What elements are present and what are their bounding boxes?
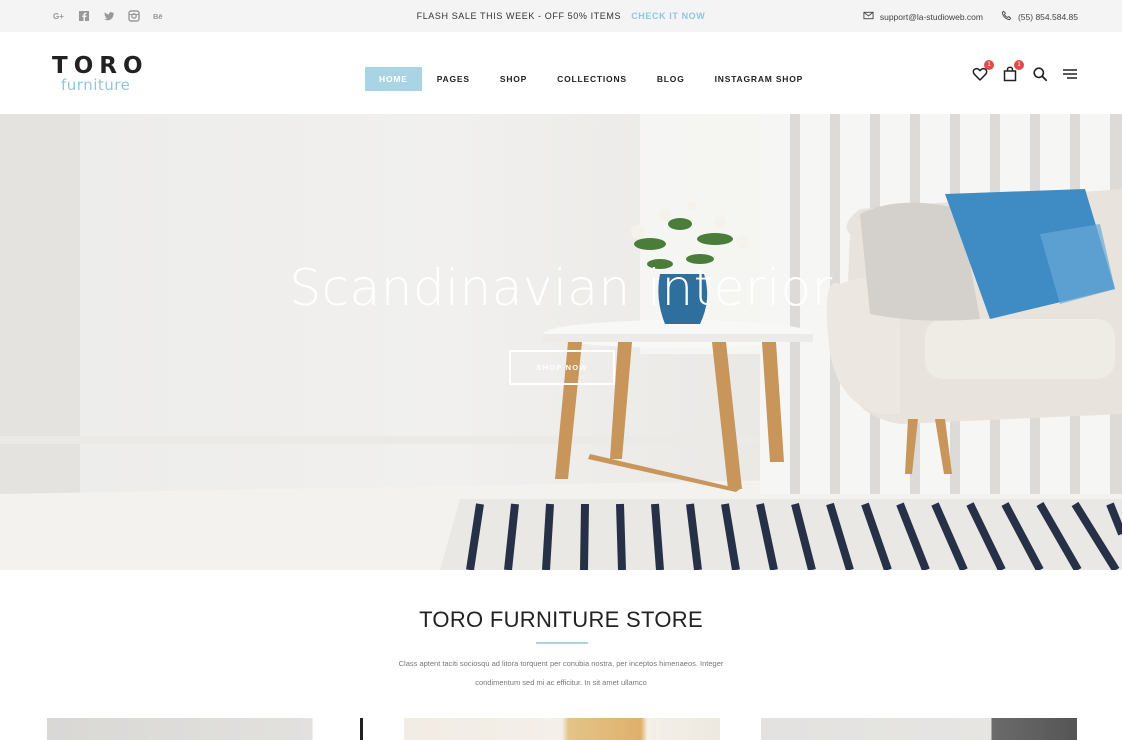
email-text: support@la-studioweb.com <box>879 11 983 22</box>
site-logo[interactable]: TORO furniture <box>52 53 152 94</box>
hero-title: Scandinavian interior <box>289 259 833 317</box>
collection-image-3[interactable] <box>761 718 1077 740</box>
main-nav: HOME PAGES SHOP COLLECTIONS BLOG INSTAGR… <box>365 67 833 91</box>
top-bar: G+ Bē FLASH SALE THIS WEEK - OFF 50% ITE… <box>0 0 1122 32</box>
wishlist-button[interactable]: 1 <box>972 60 994 82</box>
menu-button[interactable] <box>1062 66 1078 82</box>
hamburger-icon <box>1062 69 1078 86</box>
section-description: Class aptent taciti sociosqu ad litora t… <box>380 654 742 692</box>
section-title: TORO FURNITURE STORE <box>419 607 703 632</box>
shop-now-button[interactable]: SHOP NOW <box>509 350 615 385</box>
section-description-line-2: condimentum sed mi ac efficitur. In sit … <box>475 678 647 687</box>
email-contact[interactable]: support@la-studioweb.com <box>863 10 983 23</box>
flash-sale-cta-link[interactable]: CHECK IT NOW <box>631 11 705 21</box>
wishlist-count-badge: 1 <box>984 60 994 70</box>
flash-sale-text: FLASH SALE THIS WEEK - OFF 50% ITEMS <box>416 11 622 21</box>
logo-brand: TORO <box>52 53 149 79</box>
nav-item-collections[interactable]: COLLECTIONS <box>557 67 627 91</box>
nav-item-instagram-shop[interactable]: INSTAGRAM SHOP <box>715 67 804 91</box>
logo-subtitle: furniture <box>61 76 131 94</box>
shopping-bag-icon <box>1002 66 1018 86</box>
cart-count-badge: 1 <box>1014 60 1024 70</box>
envelope-icon <box>863 10 874 23</box>
contact-info: support@la-studioweb.com (55) 854.584.85 <box>863 10 1078 23</box>
hero-banner: Scandinavian interior SHOP NOW <box>0 114 1122 570</box>
phone-text: (55) 854.584.85 <box>1017 11 1078 22</box>
heart-icon <box>972 67 988 86</box>
search-icon <box>1032 67 1048 86</box>
header-icons: 1 1 <box>972 60 1078 82</box>
section-description-line-1: Class aptent taciti sociosqu ad litora t… <box>398 659 724 668</box>
collection-image-1[interactable] <box>47 718 363 740</box>
hero-background-image <box>0 114 1122 570</box>
search-button[interactable] <box>1032 66 1048 82</box>
title-divider <box>536 642 588 644</box>
main-header: TORO furniture HOME PAGES SHOP COLLECTIO… <box>0 32 1122 114</box>
nav-item-home[interactable]: HOME <box>365 67 422 91</box>
phone-icon <box>1001 10 1012 23</box>
phone-contact[interactable]: (55) 854.584.85 <box>1001 10 1078 23</box>
cart-button[interactable]: 1 <box>1002 60 1024 82</box>
nav-item-pages[interactable]: PAGES <box>437 67 470 91</box>
nav-item-shop[interactable]: SHOP <box>500 67 527 91</box>
collection-image-2[interactable] <box>404 718 720 740</box>
nav-item-blog[interactable]: BLOG <box>657 67 685 91</box>
